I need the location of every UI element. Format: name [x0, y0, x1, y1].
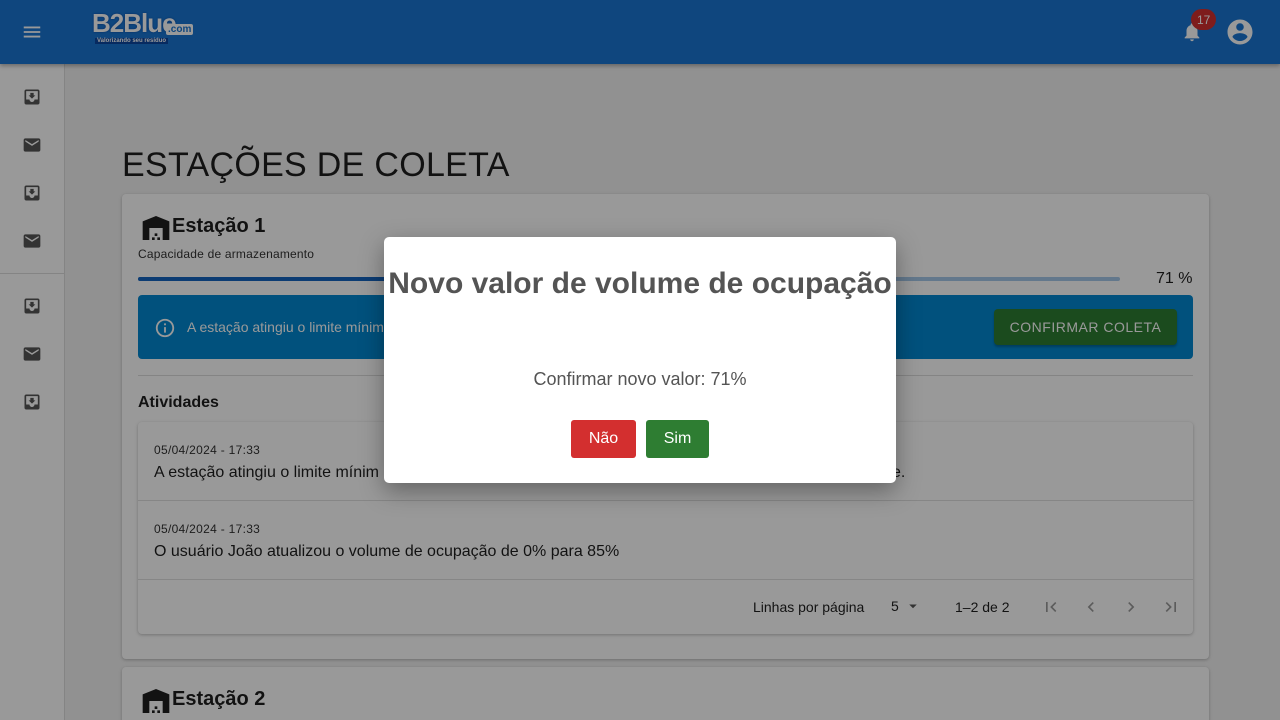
- confirm-volume-dialog: Novo valor de volume de ocupação Confirm…: [384, 237, 896, 483]
- dialog-message: Confirmar novo valor: 71%: [533, 369, 747, 389]
- yes-button[interactable]: Sim: [646, 420, 709, 458]
- no-button[interactable]: Não: [571, 420, 636, 458]
- dialog-title: Novo valor de volume de ocupação: [388, 267, 892, 300]
